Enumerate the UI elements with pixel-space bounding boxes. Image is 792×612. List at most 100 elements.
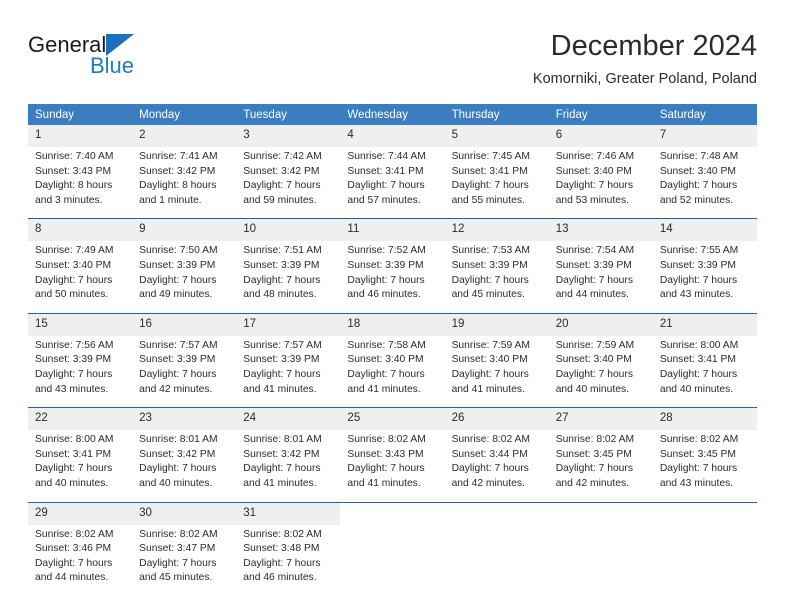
daylight-text-line1: Daylight: 7 hours bbox=[659, 368, 738, 380]
calendar-day-cell[interactable]: 30 Sunrise: 8:02 AM Sunset: 3:47 PM Dayligh… bbox=[132, 501, 237, 596]
day-info: Sunrise: 8:02 AM Sunset: 3:48 PM Daylight:… bbox=[236, 525, 340, 596]
day-info: Sunrise: 7:59 AM Sunset: 3:40 PM Daylight:… bbox=[445, 336, 549, 407]
calendar-day-cell[interactable]: 28 Sunrise: 8:02 AM Sunset: 3:45 PM Dayligh… bbox=[652, 407, 757, 502]
calendar-day-cell[interactable]: 16 Sunrise: 7:57 AM Sunset: 3:39 PM Dayligh… bbox=[132, 312, 237, 408]
day-number bbox=[652, 502, 757, 525]
day-info: Sunrise: 8:02 AM Sunset: 3:45 PM Daylight:… bbox=[549, 430, 653, 501]
daylight-text-line1: Daylight: 7 hours bbox=[659, 463, 738, 475]
day-number: 13 bbox=[548, 219, 653, 242]
day-number: 4 bbox=[340, 125, 445, 147]
day-number: 2 bbox=[132, 125, 237, 147]
sunset-text: Sunset: 3:39 PM bbox=[347, 259, 424, 271]
calendar-day-cell[interactable]: 7 Sunrise: 7:48 AM Sunset: 3:40 PM Daylight… bbox=[652, 125, 757, 219]
sunrise-text: Sunrise: 8:01 AM bbox=[139, 434, 218, 446]
daylight-text-line1: Daylight: 7 hours bbox=[139, 557, 217, 569]
calendar-day-cell[interactable]: 11 Sunrise: 7:52 AM Sunset: 3:39 PM Dayligh… bbox=[340, 218, 445, 314]
calendar-page: General Blue December 2024 Komorniki, Gr… bbox=[0, 0, 792, 612]
daylight-text-line2: and 40 minutes. bbox=[139, 477, 213, 489]
calendar-day-cell[interactable]: 17 Sunrise: 7:57 AM Sunset: 3:39 PM Dayligh… bbox=[236, 312, 341, 408]
daylight-text-line1: Daylight: 7 hours bbox=[347, 274, 425, 286]
sunset-text: Sunset: 3:39 PM bbox=[243, 354, 320, 366]
day-info: Sunrise: 7:54 AM Sunset: 3:39 PM Daylight:… bbox=[549, 241, 653, 312]
daylight-text-line2: and 40 minutes. bbox=[35, 477, 109, 489]
day-number bbox=[548, 502, 653, 525]
daylight-text-line2: and 42 minutes. bbox=[451, 477, 525, 489]
calendar-day-cell[interactable]: 24 Sunrise: 8:01 AM Sunset: 3:42 PM Dayligh… bbox=[236, 407, 341, 502]
calendar-day-cell[interactable]: 12 Sunrise: 7:53 AM Sunset: 3:39 PM Dayligh… bbox=[444, 218, 549, 314]
day-number: 16 bbox=[132, 313, 237, 336]
day-number: 23 bbox=[132, 408, 237, 431]
calendar-day-cell[interactable]: 19 Sunrise: 7:59 AM Sunset: 3:40 PM Dayligh… bbox=[444, 312, 549, 408]
calendar-day-cell[interactable]: 31 Sunrise: 8:02 AM Sunset: 3:48 PM Dayligh… bbox=[236, 501, 341, 596]
day-number: 1 bbox=[28, 125, 133, 147]
calendar-day-cell[interactable]: 29 Sunrise: 8:02 AM Sunset: 3:46 PM Dayligh… bbox=[28, 501, 133, 596]
calendar-day-cell[interactable]: 15 Sunrise: 7:56 AM Sunset: 3:39 PM Dayligh… bbox=[28, 312, 133, 408]
daylight-text-line1: Daylight: 7 hours bbox=[139, 463, 217, 475]
daylight-text-line1: Daylight: 7 hours bbox=[243, 557, 321, 569]
calendar-day-cell[interactable]: 14 Sunrise: 7:55 AM Sunset: 3:39 PM Dayligh… bbox=[652, 218, 757, 314]
calendar-day-cell[interactable]: 21 Sunrise: 8:00 AM Sunset: 3:41 PM Dayligh… bbox=[652, 312, 757, 408]
calendar-day-cell[interactable]: 13 Sunrise: 7:54 AM Sunset: 3:39 PM Dayligh… bbox=[548, 218, 653, 314]
calendar-day-cell[interactable]: 25 Sunrise: 8:02 AM Sunset: 3:43 PM Dayligh… bbox=[340, 407, 445, 502]
calendar-day-cell[interactable]: 27 Sunrise: 8:02 AM Sunset: 3:45 PM Dayligh… bbox=[548, 407, 653, 502]
sunrise-text: Sunrise: 7:59 AM bbox=[451, 339, 530, 351]
day-info: Sunrise: 7:53 AM Sunset: 3:39 PM Daylight:… bbox=[445, 241, 549, 312]
day-number: 12 bbox=[444, 219, 549, 242]
calendar-day-cell-empty bbox=[340, 501, 445, 596]
calendar-day-cell[interactable]: 23 Sunrise: 8:01 AM Sunset: 3:42 PM Dayligh… bbox=[132, 407, 237, 502]
calendar-day-cell[interactable]: 22 Sunrise: 8:00 AM Sunset: 3:41 PM Dayligh… bbox=[28, 407, 133, 502]
sunrise-text: Sunrise: 8:02 AM bbox=[35, 528, 114, 540]
day-info: Sunrise: 7:44 AM Sunset: 3:41 PM Daylight:… bbox=[340, 147, 444, 218]
calendar-day-cell[interactable]: 2 Sunrise: 7:41 AM Sunset: 3:42 PM Daylight… bbox=[132, 125, 237, 219]
logo-word-blue: Blue bbox=[90, 53, 135, 78]
sunrise-text: Sunrise: 8:00 AM bbox=[659, 339, 739, 351]
calendar-day-cell[interactable]: 3 Sunrise: 7:42 AM Sunset: 3:42 PM Daylight… bbox=[236, 125, 341, 219]
day-number: 6 bbox=[548, 125, 653, 147]
day-info bbox=[340, 525, 444, 596]
daylight-text-line2: and 42 minutes. bbox=[139, 383, 213, 395]
sunset-text: Sunset: 3:45 PM bbox=[659, 448, 736, 460]
day-info: Sunrise: 8:02 AM Sunset: 3:44 PM Daylight:… bbox=[445, 430, 549, 501]
sunset-text: Sunset: 3:41 PM bbox=[35, 448, 112, 460]
daylight-text-line2: and 45 minutes. bbox=[451, 289, 525, 301]
day-number: 24 bbox=[236, 408, 341, 431]
sunrise-text: Sunrise: 7:51 AM bbox=[243, 245, 322, 257]
day-info: Sunrise: 7:58 AM Sunset: 3:40 PM Daylight:… bbox=[340, 336, 444, 407]
calendar-day-cell[interactable]: 4 Sunrise: 7:44 AM Sunset: 3:41 PM Daylight… bbox=[340, 125, 445, 219]
sunrise-text: Sunrise: 7:40 AM bbox=[35, 151, 114, 162]
daylight-text-line2: and 41 minutes. bbox=[243, 383, 317, 395]
sunset-text: Sunset: 3:40 PM bbox=[555, 165, 632, 177]
daylight-text-line1: Daylight: 7 hours bbox=[139, 368, 217, 380]
sunset-text: Sunset: 3:48 PM bbox=[243, 543, 320, 555]
calendar-day-cell[interactable]: 9 Sunrise: 7:50 AM Sunset: 3:39 PM Daylight… bbox=[132, 218, 237, 314]
day-info: Sunrise: 7:56 AM Sunset: 3:39 PM Daylight:… bbox=[28, 336, 132, 407]
calendar-day-cell[interactable]: 18 Sunrise: 7:58 AM Sunset: 3:40 PM Dayligh… bbox=[340, 312, 445, 408]
day-info: Sunrise: 8:02 AM Sunset: 3:45 PM Daylight:… bbox=[653, 430, 757, 501]
day-number: 8 bbox=[28, 219, 133, 242]
daylight-text-line2: and 40 minutes. bbox=[555, 383, 629, 395]
calendar-day-cell[interactable]: 8 Sunrise: 7:49 AM Sunset: 3:40 PM Daylight… bbox=[28, 218, 133, 314]
day-info: Sunrise: 7:59 AM Sunset: 3:40 PM Daylight:… bbox=[549, 336, 653, 407]
calendar-day-cell[interactable]: 26 Sunrise: 8:02 AM Sunset: 3:44 PM Dayligh… bbox=[444, 407, 549, 502]
daylight-text-line2: and 43 minutes. bbox=[659, 289, 734, 301]
day-info: Sunrise: 7:50 AM Sunset: 3:39 PM Daylight:… bbox=[132, 241, 236, 312]
daylight-text-line2: and 45 minutes. bbox=[139, 572, 213, 584]
sunrise-text: Sunrise: 7:44 AM bbox=[347, 151, 426, 162]
calendar-day-cell[interactable]: 6 Sunrise: 7:46 AM Sunset: 3:40 PM Daylight… bbox=[548, 125, 653, 219]
daylight-text-line1: Daylight: 7 hours bbox=[451, 180, 529, 192]
calendar-day-cell[interactable]: 1 Sunrise: 7:40 AM Sunset: 3:43 PM Daylight… bbox=[28, 125, 133, 219]
sunset-text: Sunset: 3:40 PM bbox=[35, 259, 112, 271]
daylight-text-line1: Daylight: 7 hours bbox=[243, 274, 321, 286]
calendar-day-cell[interactable]: 10 Sunrise: 7:51 AM Sunset: 3:39 PM Dayligh… bbox=[236, 218, 341, 314]
sunrise-text: Sunrise: 7:45 AM bbox=[451, 151, 530, 162]
weekday-header-sunday: Sunday bbox=[28, 104, 133, 125]
calendar-day-cell[interactable]: 5 Sunrise: 7:45 AM Sunset: 3:41 PM Daylight… bbox=[444, 125, 549, 219]
day-number: 9 bbox=[132, 219, 237, 242]
sunrise-text: Sunrise: 7:48 AM bbox=[659, 151, 739, 162]
sunrise-text: Sunrise: 7:49 AM bbox=[35, 245, 114, 257]
daylight-text-line1: Daylight: 7 hours bbox=[35, 557, 113, 569]
daylight-text-line1: Daylight: 8 hours bbox=[139, 180, 217, 192]
calendar-day-cell[interactable]: 20 Sunrise: 7:59 AM Sunset: 3:40 PM Dayligh… bbox=[548, 312, 653, 408]
day-info: Sunrise: 7:41 AM Sunset: 3:42 PM Daylight:… bbox=[132, 147, 236, 218]
daylight-text-line1: Daylight: 7 hours bbox=[555, 463, 633, 475]
